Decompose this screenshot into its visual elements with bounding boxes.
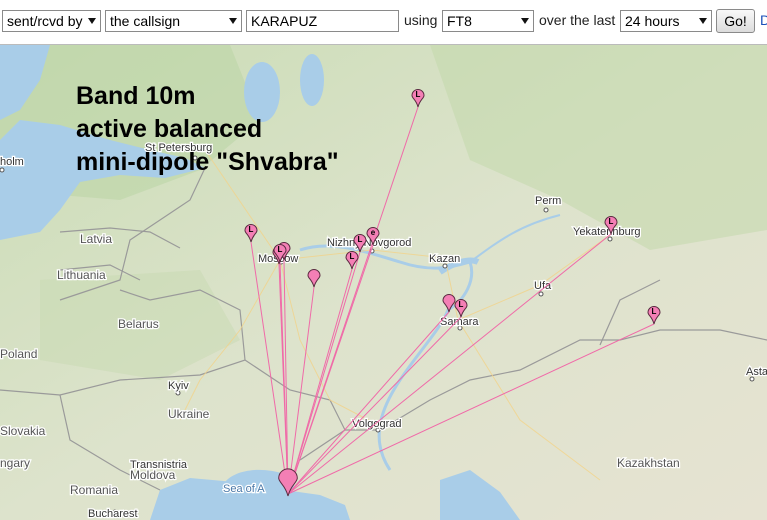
- marker-glyph: e: [371, 228, 376, 237]
- label-nizhny: Nizhny Novgorod: [327, 237, 411, 249]
- target-select[interactable]: the callsign: [105, 10, 242, 32]
- label-latvia: Latvia: [80, 232, 112, 246]
- mode-select-value: FT8: [447, 13, 472, 29]
- period-select-value: 24 hours: [625, 13, 680, 29]
- annotation-line-2: active balanced: [76, 115, 263, 143]
- toolbar: sent/rcvd by the callsign using FT8 over…: [0, 0, 767, 45]
- marker-glyph: L: [652, 307, 657, 316]
- chevron-down-icon: [699, 18, 707, 24]
- label-asta: Asta: [746, 366, 767, 378]
- target-select-value: the callsign: [110, 13, 181, 29]
- label-kazan: Kazan: [429, 253, 460, 265]
- period-select[interactable]: 24 hours: [620, 10, 712, 32]
- label-sea-of-azov: Sea of A: [223, 483, 265, 495]
- chevron-down-icon: [521, 18, 529, 24]
- label-kyiv: Kyiv: [168, 380, 189, 392]
- label-yekaterinburg: Yekaterinburg: [573, 226, 640, 238]
- annotation-line-3: mini-dipole "Shvabra": [76, 148, 339, 176]
- marker-glyph: L: [249, 225, 254, 234]
- using-label: using: [404, 12, 438, 28]
- label-helsinki: holm: [0, 156, 24, 168]
- label-hungary: ngary: [0, 456, 30, 470]
- label-slovakia: Slovakia: [0, 424, 46, 438]
- marker-glyph: L: [350, 252, 355, 261]
- label-moldova: Moldova: [130, 468, 176, 482]
- marker-glyph: L: [609, 217, 614, 226]
- mode-select[interactable]: FT8: [442, 10, 534, 32]
- label-bucharest: Bucharest: [88, 508, 138, 520]
- over-label: over the last: [539, 12, 616, 28]
- label-poland: Poland: [0, 347, 37, 361]
- marker-glyph: L: [278, 245, 283, 254]
- marker-glyph: L: [459, 300, 464, 309]
- chevron-down-icon: [88, 18, 96, 24]
- label-romania: Romania: [70, 483, 118, 497]
- label-perm: Perm: [535, 195, 561, 207]
- direction-select-value: sent/rcvd by: [7, 13, 83, 29]
- edge-link[interactable]: D: [760, 12, 767, 28]
- callsign-input[interactable]: [246, 10, 399, 32]
- label-belarus: Belarus: [118, 317, 159, 331]
- label-ukraine: Ukraine: [168, 407, 210, 421]
- go-button[interactable]: Go!: [716, 9, 755, 33]
- direction-select[interactable]: sent/rcvd by: [2, 10, 101, 32]
- annotation-line-1: Band 10m: [76, 82, 196, 110]
- chevron-down-icon: [229, 18, 237, 24]
- label-volgograd: Volgograd: [352, 418, 402, 430]
- label-kazakhstan: Kazakhstan: [617, 456, 680, 470]
- band-annotation: Band 10m active balanced mini-dipole "Sh…: [76, 80, 339, 179]
- label-ufa: Ufa: [534, 280, 552, 292]
- marker-glyph: L: [416, 90, 421, 99]
- marker-glyph: L: [358, 235, 363, 244]
- label-lithuania: Lithuania: [57, 268, 106, 282]
